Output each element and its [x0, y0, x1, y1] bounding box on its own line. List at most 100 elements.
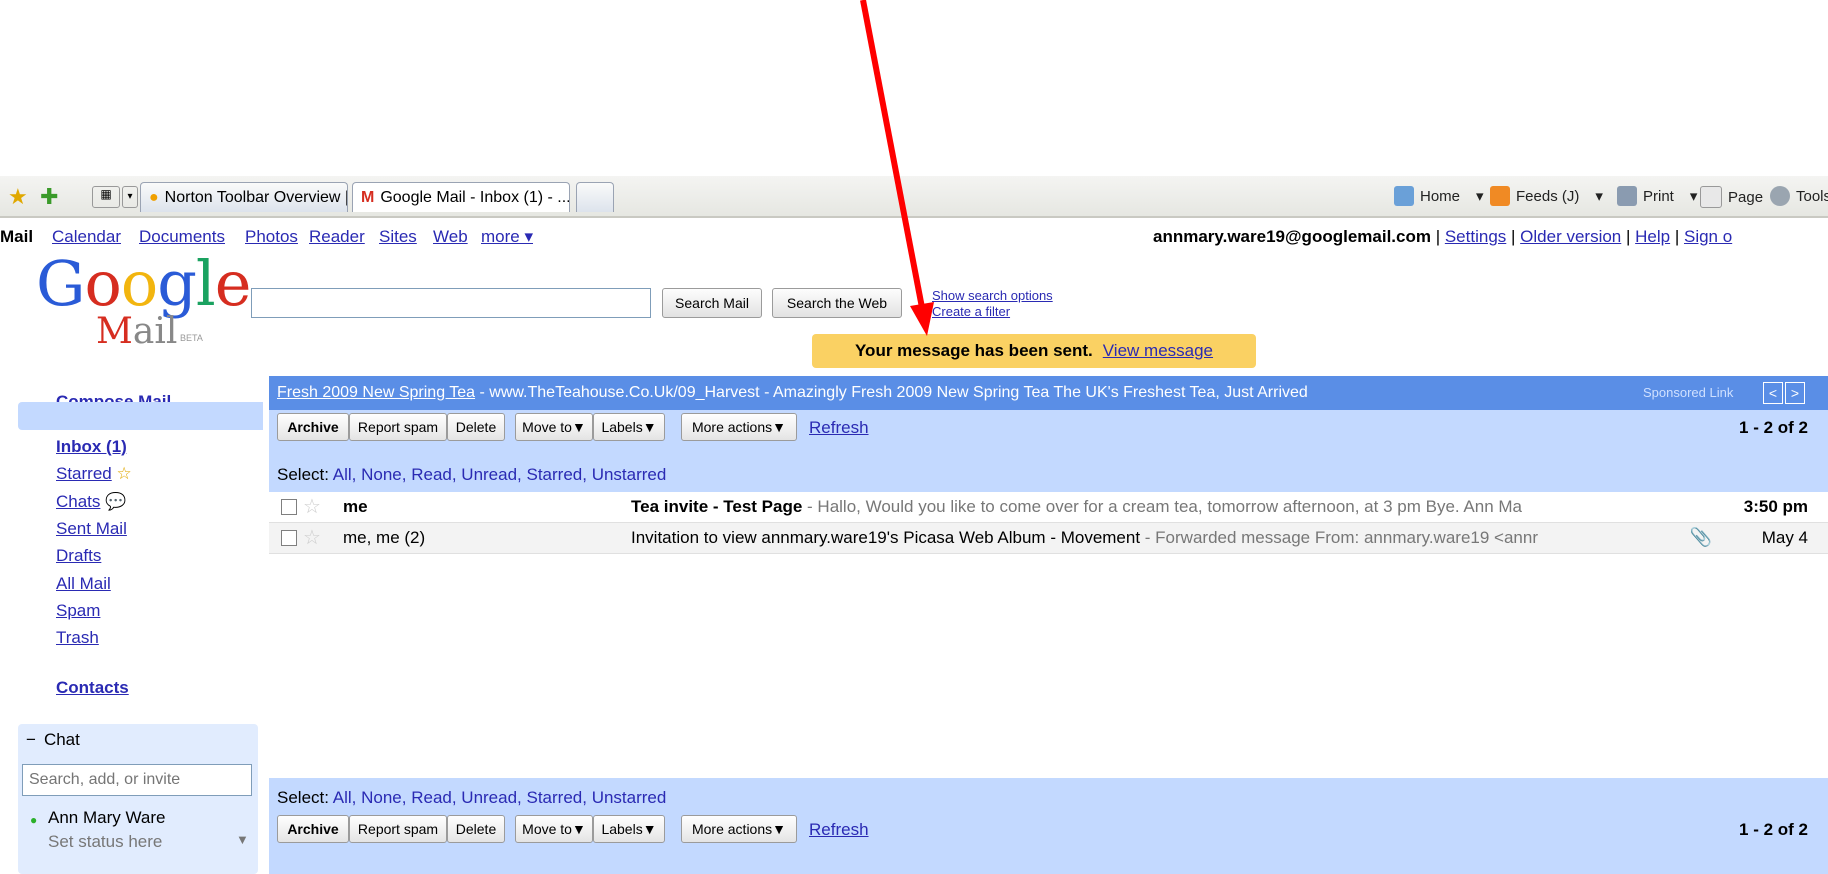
select-options[interactable]: All, None, Read, Unread, Starred, Unstar… — [333, 465, 667, 484]
inbox-highlight — [18, 402, 263, 430]
ad-text: Fresh 2009 New Spring Tea - www.TheTeaho… — [277, 384, 1308, 401]
gmail-logo[interactable]: Google Mail BETA — [36, 253, 251, 353]
move-to-dropdown[interactable]: Move to▼ — [515, 413, 593, 441]
create-filter-link[interactable]: Create a filter — [932, 304, 1010, 319]
search-mail-button[interactable]: Search Mail — [662, 288, 762, 318]
star-icon[interactable]: ☆ — [303, 525, 321, 550]
tab-norton[interactable]: ● Norton Toolbar Overview | N... — [140, 182, 348, 212]
archive-button[interactable]: Archive — [277, 413, 349, 441]
page-button[interactable]: Page▾ — [1700, 186, 1781, 208]
chat-panel: −Chat ● Ann Mary Ware Set status here ▼ — [18, 724, 258, 874]
report-spam-button[interactable]: Report spam — [349, 815, 447, 843]
sidebar-item-all-mail[interactable]: All Mail — [56, 574, 111, 594]
refresh-link[interactable]: Refresh — [809, 820, 869, 840]
message-time: 3:50 pm — [1743, 497, 1808, 516]
labels-dropdown[interactable]: Labels▼ — [593, 815, 665, 843]
beta-label: BETA — [180, 333, 203, 343]
chat-user-name: Ann Mary Ware — [48, 808, 166, 827]
settings-link[interactable]: Settings — [1445, 227, 1506, 246]
select-bar-bottom: Select: All, None, Read, Unread, Starred… — [277, 788, 667, 807]
message-count: 1 - 2 of 2 — [1739, 820, 1808, 839]
tools-button[interactable]: Tools — [1770, 186, 1828, 206]
quick-tabs-icon[interactable]: ▦ — [92, 186, 120, 208]
home-button[interactable]: Home ▾ — [1394, 186, 1484, 206]
message-count: 1 - 2 of 2 — [1739, 418, 1808, 437]
message-subject-line: Invitation to view annmary.ware19's Pica… — [631, 528, 1538, 547]
feeds-button[interactable]: Feeds (J) ▾ — [1490, 186, 1603, 206]
new-tab-button[interactable] — [576, 182, 614, 212]
sponsored-ad-bar: Fresh 2009 New Spring Tea - www.TheTeaho… — [269, 376, 1828, 410]
add-favorites-icon[interactable]: ✚ — [40, 184, 58, 210]
sidebar-item-inbox[interactable]: Inbox (1) — [56, 437, 127, 457]
home-icon — [1394, 186, 1414, 206]
nav-photos[interactable]: Photos — [245, 227, 298, 247]
message-row[interactable]: ☆ me, me (2) Invitation to view annmary.… — [269, 523, 1828, 554]
status-dropdown-icon[interactable]: ▼ — [236, 832, 249, 847]
annotation-arrow-shaft — [860, 0, 927, 319]
page-icon — [1700, 186, 1722, 208]
prev-ad-icon[interactable]: < — [1763, 382, 1783, 404]
online-status-icon: ● — [30, 813, 38, 827]
delete-button[interactable]: Delete — [447, 815, 505, 843]
sidebar-item-trash[interactable]: Trash — [56, 628, 99, 648]
google-wordmark: Google — [36, 247, 251, 320]
speech-bubble-icon: 💬 — [105, 492, 127, 511]
tab-list-dropdown-icon[interactable]: ▾ — [122, 186, 138, 208]
collapse-icon[interactable]: − — [26, 730, 36, 749]
nav-mail[interactable]: Mail — [0, 227, 33, 247]
nav-documents[interactable]: Documents — [139, 227, 225, 247]
labels-dropdown[interactable]: Labels▼ — [593, 413, 665, 441]
select-bar-top: Select: All, None, Read, Unread, Starred… — [277, 465, 667, 484]
status-message[interactable]: Set status here — [48, 832, 162, 852]
message-sender: me, me (2) — [343, 528, 426, 547]
account-email: annmary.ware19@googlemail.com — [1153, 227, 1431, 246]
contacts-link[interactable]: Contacts — [56, 678, 129, 698]
chat-search-input[interactable] — [22, 764, 252, 796]
nav-sites[interactable]: Sites — [379, 227, 417, 247]
older-version-link[interactable]: Older version — [1520, 227, 1621, 246]
star-icon[interactable]: ☆ — [303, 494, 321, 519]
bottom-action-bar: Archive Report spam Delete Move to▼ Labe… — [269, 812, 1828, 846]
search-input[interactable] — [251, 288, 651, 318]
nav-more[interactable]: more ▾ — [481, 227, 533, 247]
sidebar-item-spam[interactable]: Spam — [56, 601, 100, 621]
move-to-dropdown[interactable]: Move to▼ — [515, 815, 593, 843]
archive-button[interactable]: Archive — [277, 815, 349, 843]
select-options[interactable]: All, None, Read, Unread, Starred, Unstar… — [333, 788, 667, 807]
sidebar-item-sent[interactable]: Sent Mail — [56, 519, 127, 539]
search-web-button[interactable]: Search the Web — [772, 288, 902, 318]
nav-reader[interactable]: Reader — [309, 227, 365, 247]
next-ad-icon[interactable]: > — [1785, 382, 1805, 404]
message-checkbox[interactable] — [281, 499, 297, 515]
sidebar-item-starred[interactable]: Starred ☆ — [56, 464, 132, 484]
view-message-link[interactable]: View message — [1103, 341, 1213, 361]
message-row[interactable]: ☆ me Tea invite - Test Page - Hallo, Wou… — [269, 492, 1828, 523]
tab-gmail[interactable]: M Google Mail - Inbox (1) - ... ✕ — [352, 182, 570, 212]
message-sender: me — [343, 497, 368, 516]
paperclip-icon: 📎 — [1689, 527, 1712, 547]
message-list: ☆ me Tea invite - Test Page - Hallo, Wou… — [269, 492, 1828, 778]
message-checkbox[interactable] — [281, 530, 297, 546]
sign-out-link[interactable]: Sign o — [1684, 227, 1732, 246]
top-action-bar: Archive Report spam Delete Move to▼ Labe… — [269, 410, 1828, 444]
sidebar-item-chats[interactable]: Chats 💬 — [56, 492, 126, 512]
more-actions-dropdown[interactable]: More actions▼ — [681, 815, 797, 843]
report-spam-button[interactable]: Report spam — [349, 413, 447, 441]
printer-icon — [1617, 186, 1637, 206]
chat-header[interactable]: − Chat — [26, 730, 80, 750]
account-bar: annmary.ware19@googlemail.com | Settings… — [1153, 227, 1733, 246]
delete-button[interactable]: Delete — [447, 413, 505, 441]
nav-calendar[interactable]: Calendar — [52, 227, 121, 247]
more-actions-dropdown[interactable]: More actions▼ — [681, 413, 797, 441]
sidebar-item-drafts[interactable]: Drafts — [56, 546, 101, 566]
print-button[interactable]: Print ▾ — [1617, 186, 1697, 206]
star-icon: ☆ — [116, 464, 132, 483]
help-link[interactable]: Help — [1635, 227, 1670, 246]
show-search-options-link[interactable]: Show search options — [932, 288, 1053, 303]
nav-web[interactable]: Web — [433, 227, 468, 247]
favorites-star-icon[interactable]: ★ — [8, 184, 28, 210]
notice-text: Your message has been sent. — [854, 341, 1093, 360]
refresh-link[interactable]: Refresh — [809, 418, 869, 438]
ad-link[interactable]: Fresh 2009 New Spring Tea — [277, 384, 475, 401]
mail-wordmark: Mail — [96, 311, 178, 352]
